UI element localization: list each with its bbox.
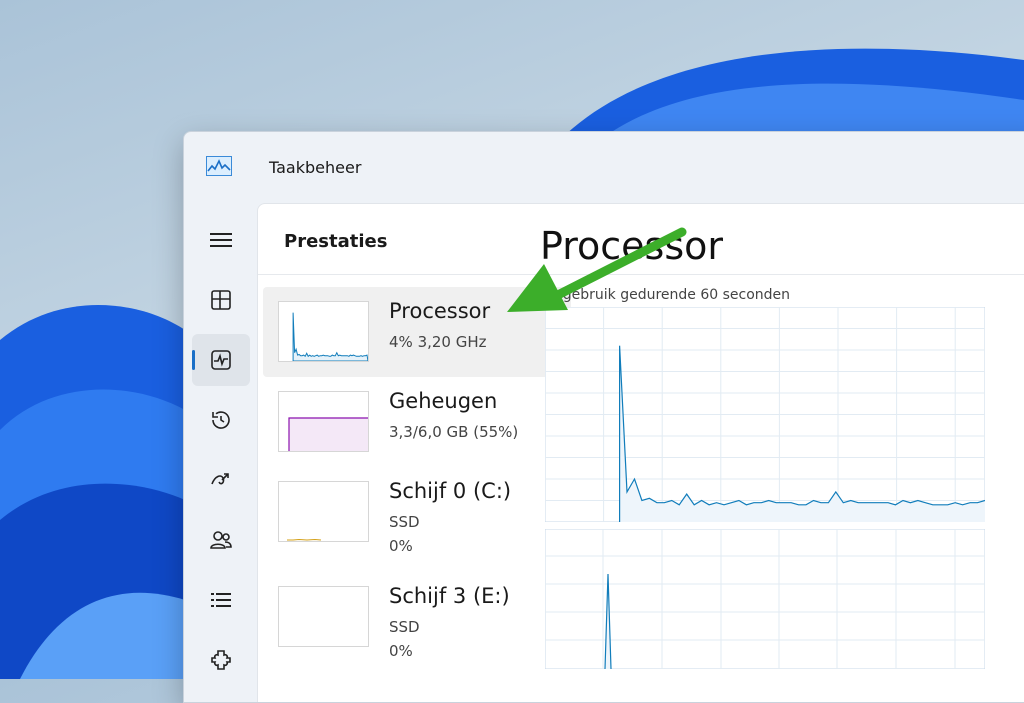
green-arrow-annotation xyxy=(507,227,687,312)
